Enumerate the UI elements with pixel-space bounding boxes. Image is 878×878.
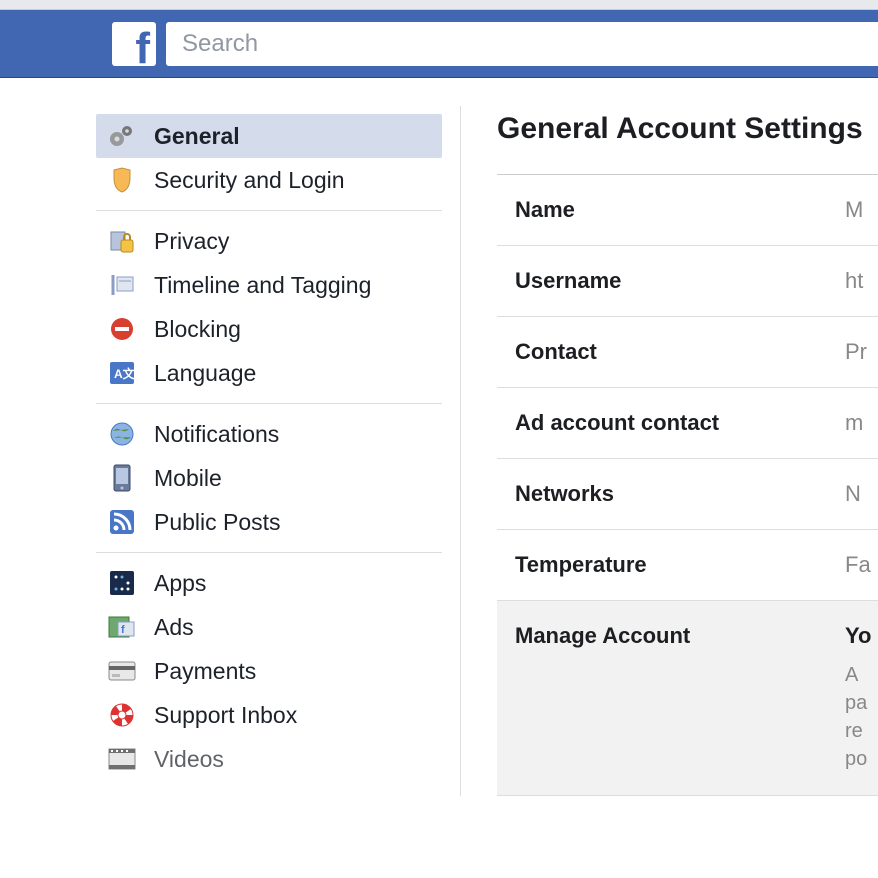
sidebar-group-privacy: Privacy Timeline and Tagging [96, 211, 442, 404]
setting-row-temperature[interactable]: Temperature Fa [497, 530, 878, 601]
setting-sub: A pa re po [845, 661, 871, 773]
sidebar-item-payments[interactable]: Payments [96, 649, 442, 693]
setting-row-contact[interactable]: Contact Pr [497, 317, 878, 388]
sidebar-item-language[interactable]: A文 Language [96, 351, 442, 395]
setting-value: ht [845, 268, 863, 294]
sidebar-item-label: Apps [154, 570, 206, 597]
sidebar-item-label: Privacy [154, 228, 229, 255]
sidebar-item-privacy[interactable]: Privacy [96, 219, 442, 263]
sidebar-group-notifications: Notifications Mobile [96, 404, 442, 553]
setting-label: Temperature [515, 552, 845, 578]
shield-icon [108, 166, 136, 194]
payments-icon [108, 657, 136, 685]
setting-row-name[interactable]: Name M [497, 175, 878, 246]
browser-chrome-strip [0, 0, 878, 10]
setting-label: Username [515, 268, 845, 294]
sidebar-item-label: General [154, 123, 240, 150]
sidebar-item-label: Security and Login [154, 167, 345, 194]
sidebar-item-ads[interactable]: f Ads [96, 605, 442, 649]
language-icon: A文 [108, 359, 136, 387]
apps-icon [108, 569, 136, 597]
support-icon [108, 701, 136, 729]
gears-icon [108, 122, 136, 150]
sidebar-item-label: Payments [154, 658, 256, 685]
setting-value: N [845, 481, 861, 507]
sidebar-item-notifications[interactable]: Notifications [96, 412, 442, 456]
search-input[interactable] [166, 22, 878, 66]
setting-label: Networks [515, 481, 845, 507]
sidebar-group-account: General Security and Login [96, 106, 442, 211]
mobile-icon [108, 464, 136, 492]
setting-row-manage-account[interactable]: Manage Account Yo A pa re po [497, 601, 878, 796]
facebook-logo[interactable] [112, 22, 156, 66]
page-title: General Account Settings [497, 112, 878, 146]
videos-icon [108, 745, 136, 773]
settings-sidebar: General Security and Login [0, 106, 460, 796]
ads-icon: f [108, 613, 136, 641]
sidebar-item-label: Support Inbox [154, 702, 297, 729]
settings-list: Name M Username ht Contact Pr Ad account… [497, 174, 878, 796]
sidebar-group-apps: Apps f Ads [96, 553, 442, 789]
sidebar-item-label: Ads [154, 614, 194, 641]
setting-label: Contact [515, 339, 845, 365]
setting-label: Name [515, 197, 845, 223]
sidebar-item-label: Videos [154, 746, 224, 773]
sidebar-item-label: Timeline and Tagging [154, 272, 371, 299]
timeline-icon [108, 271, 136, 299]
svg-text:f: f [121, 624, 125, 636]
sidebar-item-public-posts[interactable]: Public Posts [96, 500, 442, 544]
setting-value: Yo [845, 623, 871, 649]
sidebar-item-videos[interactable]: Videos [96, 737, 442, 781]
setting-row-username[interactable]: Username ht [497, 246, 878, 317]
rss-icon [108, 508, 136, 536]
header-bar [0, 10, 878, 78]
globe-icon [108, 420, 136, 448]
body-wrap: General Security and Login [0, 78, 878, 796]
sidebar-item-support[interactable]: Support Inbox [96, 693, 442, 737]
setting-row-networks[interactable]: Networks N [497, 459, 878, 530]
setting-label: Manage Account [515, 623, 845, 773]
sidebar-item-label: Language [154, 360, 256, 387]
sidebar-item-general[interactable]: General [96, 114, 442, 158]
sidebar-item-label: Blocking [154, 316, 241, 343]
block-icon [108, 315, 136, 343]
setting-value: m [845, 410, 863, 436]
main-content: General Account Settings Name M Username… [460, 106, 878, 796]
sidebar-item-label: Public Posts [154, 509, 281, 536]
sidebar-item-blocking[interactable]: Blocking [96, 307, 442, 351]
setting-value: Fa [845, 552, 871, 578]
sidebar-item-apps[interactable]: Apps [96, 561, 442, 605]
svg-text:A文: A文 [114, 366, 135, 381]
sidebar-item-security[interactable]: Security and Login [96, 158, 442, 202]
setting-row-ad-contact[interactable]: Ad account contact m [497, 388, 878, 459]
setting-value: M [845, 197, 863, 223]
lock-icon [108, 227, 136, 255]
setting-value: Pr [845, 339, 867, 365]
sidebar-item-label: Notifications [154, 421, 279, 448]
setting-label: Ad account contact [515, 410, 845, 436]
sidebar-item-timeline[interactable]: Timeline and Tagging [96, 263, 442, 307]
sidebar-item-mobile[interactable]: Mobile [96, 456, 442, 500]
sidebar-item-label: Mobile [154, 465, 222, 492]
